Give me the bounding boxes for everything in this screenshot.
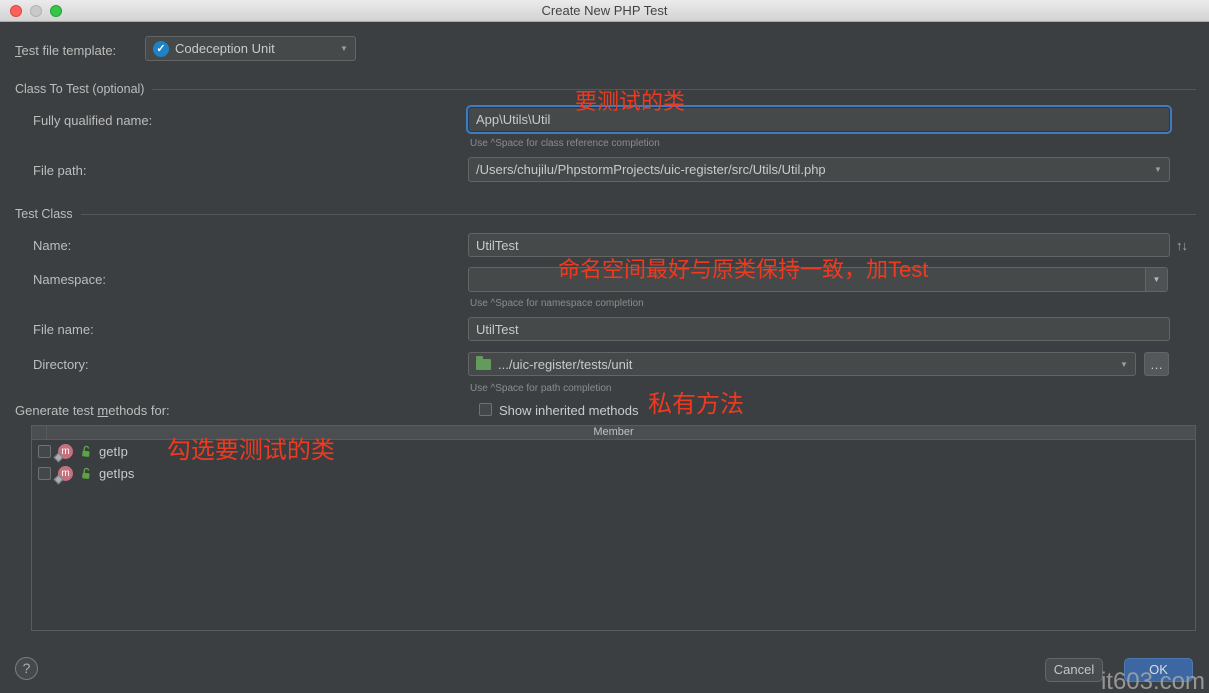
- fqn-annotation: 要测试的类: [575, 90, 685, 114]
- members-table: Member m getIp 勾选要测试的类 m getIps: [31, 425, 1196, 631]
- test-class-section-title: Test Class: [15, 207, 1196, 221]
- namespace-hint: Use ^Space for namespace completion: [470, 298, 644, 309]
- directory-hint: Use ^Space for path completion: [470, 383, 611, 394]
- history-updown-icon[interactable]: ↑↓: [1176, 238, 1187, 253]
- file-path-combo[interactable]: /Users/chujilu/PhpstormProjects/uic-regi…: [468, 157, 1170, 182]
- generate-test-methods-label: Generate test methods for:: [15, 403, 170, 418]
- public-lock-icon: [79, 444, 92, 458]
- folder-icon: [476, 359, 491, 370]
- show-inherited-checkbox[interactable]: [479, 403, 492, 416]
- window-title: Create New PHP Test: [0, 0, 1209, 21]
- chevron-down-icon[interactable]: ▼: [333, 37, 355, 60]
- method-icon: m: [58, 444, 73, 459]
- name-label: Name:: [33, 238, 71, 253]
- test-file-template-value: Codeception Unit: [175, 41, 275, 56]
- method-icon: m: [58, 466, 73, 481]
- test-file-template-label: Test file template:: [15, 43, 116, 58]
- close-button[interactable]: [10, 5, 22, 17]
- question-icon: ?: [23, 660, 31, 676]
- fully-qualified-name-label: Fully qualified name:: [33, 113, 152, 128]
- ellipsis-icon: …: [1150, 357, 1163, 372]
- fqn-hint: Use ^Space for class reference completio…: [470, 138, 660, 149]
- fully-qualified-name-value: App\Utils\Util: [476, 112, 550, 127]
- namespace-annotation: 命名空间最好与原类保持一致，加Test: [558, 258, 928, 282]
- chevron-down-icon[interactable]: ▼: [1145, 268, 1167, 291]
- row-checkbox[interactable]: [38, 467, 51, 480]
- table-row[interactable]: m getIps: [32, 462, 1195, 484]
- create-new-php-test-dialog: Create New PHP Test Test file template: …: [0, 0, 1209, 693]
- file-path-label: File path:: [33, 163, 86, 178]
- file-name-input[interactable]: UtilTest: [468, 317, 1170, 341]
- method-name: getIps: [99, 466, 134, 481]
- traffic-lights: [10, 5, 62, 17]
- directory-value: .../uic-register/tests/unit: [498, 357, 632, 372]
- file-path-value: /Users/chujilu/PhpstormProjects/uic-regi…: [476, 162, 826, 177]
- member-rows: m getIp 勾选要测试的类 m getIps: [32, 440, 1195, 484]
- chevron-down-icon[interactable]: ▼: [1113, 353, 1135, 375]
- browse-button[interactable]: …: [1144, 352, 1169, 376]
- show-inherited-label: Show inherited methods: [499, 403, 638, 418]
- titlebar: Create New PHP Test: [0, 0, 1209, 22]
- column-divider: [46, 426, 47, 439]
- name-value: UtilTest: [476, 238, 519, 253]
- cancel-button[interactable]: Cancel: [1045, 658, 1103, 682]
- zoom-button[interactable]: [50, 5, 62, 17]
- table-row[interactable]: m getIp 勾选要测试的类: [32, 440, 1195, 462]
- file-name-value: UtilTest: [476, 322, 519, 337]
- watermark: it603.com: [1101, 668, 1205, 693]
- namespace-label: Namespace:: [33, 272, 106, 287]
- private-methods-annotation: 私有方法: [648, 392, 744, 418]
- help-button[interactable]: ?: [15, 657, 38, 680]
- chevron-down-icon[interactable]: ▼: [1147, 158, 1169, 181]
- file-name-label: File name:: [33, 322, 94, 337]
- directory-combo[interactable]: .../uic-register/tests/unit ▼: [468, 352, 1136, 376]
- minimize-button: [30, 5, 42, 17]
- method-name: getIp: [99, 444, 128, 459]
- row-checkbox[interactable]: [38, 445, 51, 458]
- row-annotation: 勾选要测试的类: [167, 438, 335, 464]
- fully-qualified-name-input[interactable]: App\Utils\Util: [468, 107, 1170, 132]
- codeception-icon: ✓: [153, 41, 169, 57]
- directory-label: Directory:: [33, 357, 89, 372]
- name-input[interactable]: UtilTest: [468, 233, 1170, 257]
- public-lock-icon: [79, 466, 92, 480]
- member-column-header: Member: [593, 426, 633, 438]
- test-file-template-combo[interactable]: ✓ Codeception Unit ▼: [145, 36, 356, 61]
